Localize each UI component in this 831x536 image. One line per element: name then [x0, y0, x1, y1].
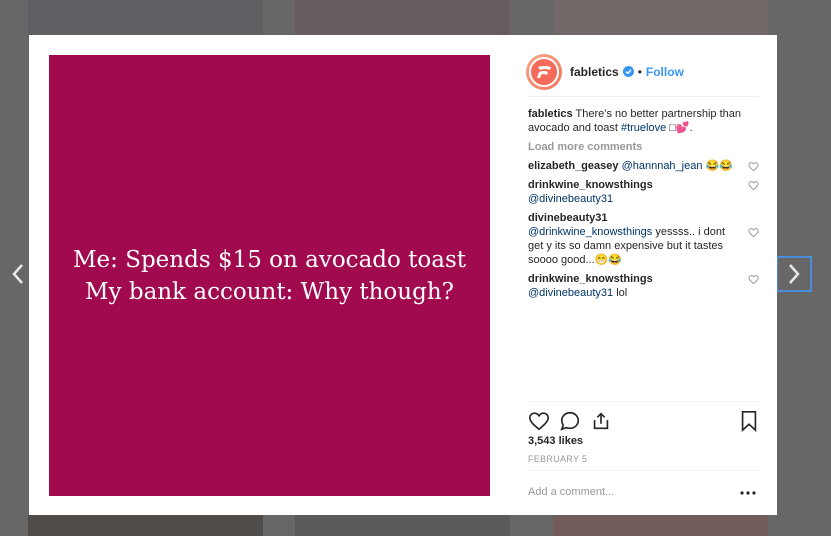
bookmark-icon[interactable]	[738, 410, 760, 432]
post-image-text: Me: Spends $15 on avocado toast My bank …	[73, 244, 466, 308]
post-image-text-line1: Me: Spends $15 on avocado toast	[72, 246, 467, 273]
post-sidebar: fabletics • Follow fabletics There’s no …	[526, 35, 759, 515]
comment-username[interactable]: drinkwine_knowsthings	[528, 273, 653, 285]
post-date: FEBRUARY 5	[528, 454, 588, 464]
comment-icon[interactable]	[559, 410, 581, 432]
chevron-right-icon	[789, 264, 800, 284]
comment-like-icon[interactable]	[748, 161, 759, 172]
header-separator: •	[637, 64, 642, 79]
post-image-text-line2: My bank account: Why though?	[85, 278, 454, 305]
fabletics-logo-icon	[537, 65, 551, 78]
comments-section: fabletics There’s no better partnership …	[528, 107, 759, 305]
heart-icon[interactable]	[528, 410, 550, 432]
comment-item: elizabeth_geasey @hannnah_jean 😂😂	[528, 159, 759, 173]
header-username[interactable]: fabletics	[570, 65, 619, 79]
comment-username[interactable]: elizabeth_geasey	[528, 160, 619, 172]
next-post-button[interactable]	[776, 256, 812, 292]
add-comment-bar: Add a comment...	[528, 470, 759, 515]
comment-mention[interactable]: @hannnah_jean	[622, 160, 703, 172]
comment-text: 😂😂	[702, 160, 733, 172]
load-more-comments-button[interactable]: Load more comments	[528, 141, 759, 153]
post-image[interactable]: Me: Spends $15 on avocado toast My bank …	[49, 55, 490, 496]
verified-badge-icon	[622, 66, 634, 77]
post-caption: fabletics There’s no better partnership …	[528, 107, 759, 135]
comment-mention[interactable]: @divinebeauty31	[528, 193, 613, 205]
comment-item: drinkwine_knowsthings @divinebeauty31 lo…	[528, 272, 759, 300]
post-modal: Me: Spends $15 on avocado toast My bank …	[29, 35, 777, 515]
comment-like-icon[interactable]	[748, 274, 759, 285]
comment-mention[interactable]: @divinebeauty31	[528, 287, 613, 299]
comment-like-icon[interactable]	[748, 180, 759, 191]
comment-item: divinebeauty31 @drinkwine_knowsthings ye…	[528, 211, 759, 267]
comment-username[interactable]: divinebeauty31	[528, 212, 607, 224]
comment-item: drinkwine_knowsthings @divinebeauty31	[528, 178, 759, 206]
avatar[interactable]	[526, 53, 562, 90]
more-options-icon[interactable]	[739, 486, 757, 500]
chevron-left-icon	[12, 264, 23, 284]
follow-button[interactable]: Follow	[646, 65, 684, 79]
share-icon[interactable]	[590, 410, 612, 432]
comment-username[interactable]: drinkwine_knowsthings	[528, 179, 653, 191]
post-header: fabletics • Follow	[526, 47, 759, 97]
post-actions	[528, 401, 759, 437]
comment-text: lol	[613, 287, 628, 299]
caption-hashtag[interactable]: #truelove	[621, 122, 666, 134]
add-comment-input[interactable]: Add a comment...	[528, 486, 614, 498]
like-count[interactable]: 3,543 likes	[528, 435, 583, 447]
comment-like-icon[interactable]	[748, 227, 759, 238]
caption-username[interactable]: fabletics	[528, 108, 573, 120]
caption-suffix: □💕.	[666, 122, 693, 134]
comment-mention[interactable]: @drinkwine_knowsthings	[528, 226, 652, 238]
